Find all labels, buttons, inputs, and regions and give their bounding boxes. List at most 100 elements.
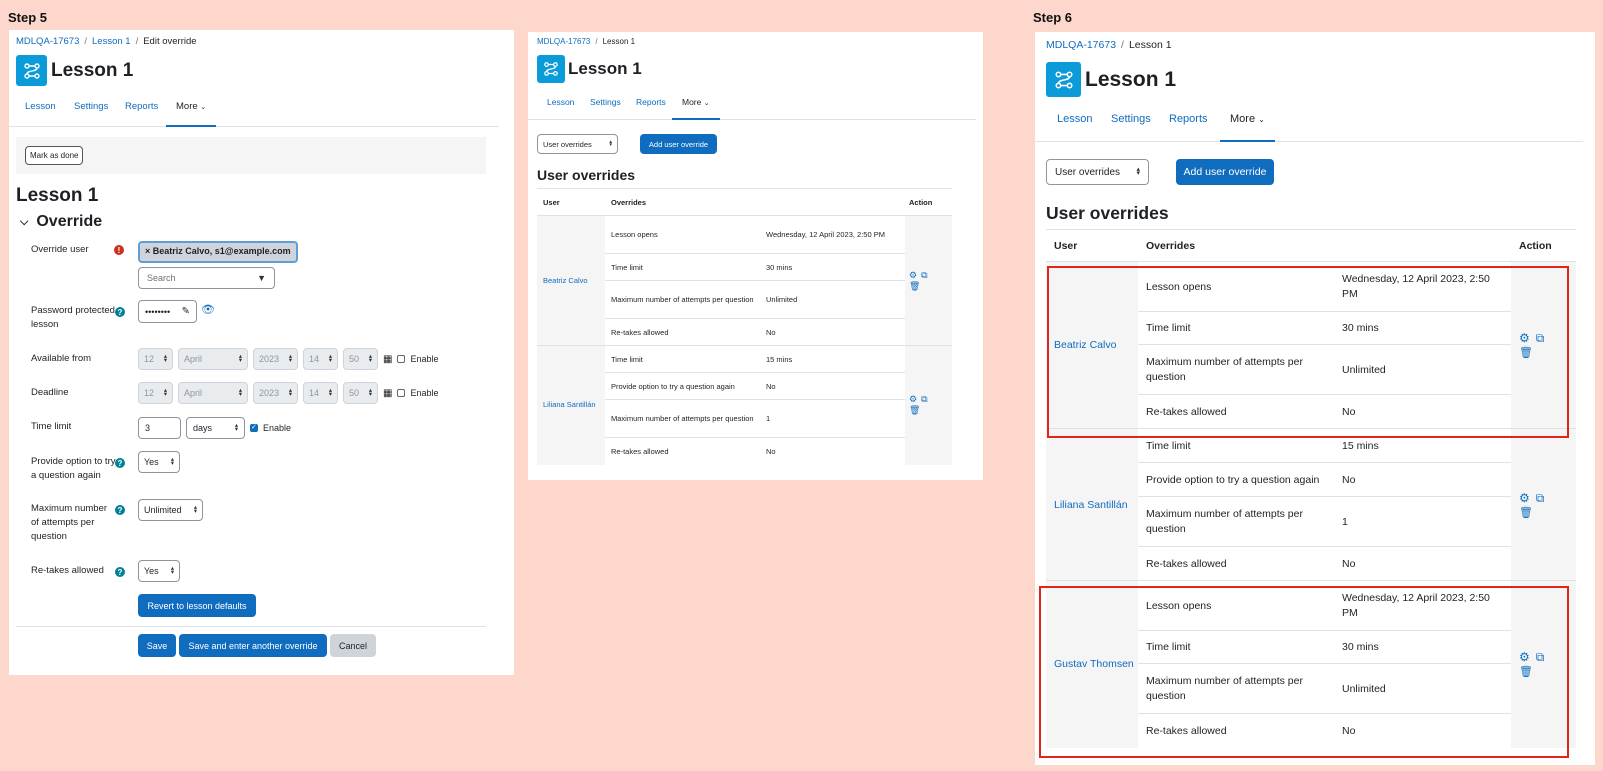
try-again-label: Provide option to try a question again: [31, 456, 116, 481]
caret-down-icon: ▼: [257, 273, 266, 283]
col-action: Action: [905, 188, 952, 216]
overrides-heading: User overrides: [1046, 203, 1169, 223]
deadline-day-select[interactable]: 12 ▴ ▾: [138, 382, 173, 404]
available-year-select[interactable]: 2023 ▴ ▾: [253, 348, 298, 370]
add-user-override-button[interactable]: Add user override: [640, 134, 717, 154]
add-user-override-button[interactable]: Add user override: [1176, 159, 1274, 185]
trash-icon[interactable]: 🗑: [909, 405, 951, 416]
secondary-nav: Lesson Settings Reports More ⌄: [9, 97, 499, 127]
breadcrumb: MDLQA-17673 / Lesson 1: [1046, 39, 1172, 51]
user-link[interactable]: Beatriz Calvo: [1054, 339, 1116, 351]
breadcrumb-course[interactable]: MDLQA-17673: [537, 37, 590, 46]
retakes-select[interactable]: Yes ▴ ▾: [138, 560, 180, 582]
tab-lesson[interactable]: Lesson: [547, 97, 574, 107]
mark-as-done-button[interactable]: Mark as done: [25, 146, 84, 165]
copy-icon[interactable]: ⧉: [1536, 491, 1545, 506]
gear-icon[interactable]: ⚙: [1519, 491, 1530, 506]
overrides-type-select[interactable]: User overrides ▴ ▾: [537, 134, 618, 154]
gear-icon[interactable]: ⚙: [909, 394, 917, 405]
trash-icon[interactable]: 🗑: [1519, 346, 1575, 359]
deadline-enable-checkbox[interactable]: [397, 389, 406, 397]
copy-icon[interactable]: ⧉: [921, 394, 927, 405]
help-icon[interactable]: ?: [115, 567, 125, 577]
available-enable-checkbox[interactable]: [397, 355, 406, 363]
tab-reports[interactable]: Reports: [1169, 113, 1208, 125]
help-icon[interactable]: ?: [115, 505, 125, 515]
copy-icon[interactable]: ⧉: [1536, 331, 1545, 346]
password-field[interactable]: •••••••• ✎: [138, 300, 197, 323]
deadline-row: 12 ▴ ▾ April ▴ ▾ 2023 ▴ ▾ 14 ▴ ▾ 50 ▴ ▾ ▦ Enable: [138, 382, 438, 404]
trash-icon[interactable]: 🗑: [1519, 665, 1575, 678]
gear-icon[interactable]: ⚙: [1519, 650, 1530, 665]
tab-settings[interactable]: Settings: [590, 97, 621, 107]
secondary-nav: Lesson Settings Reports More ⌄: [528, 94, 976, 120]
revert-defaults-button[interactable]: Revert to lesson defaults: [138, 594, 256, 617]
tab-reports[interactable]: Reports: [636, 97, 666, 107]
time-limit-unit-select[interactable]: days ▴ ▾: [186, 417, 245, 439]
tab-lesson[interactable]: Lesson: [25, 101, 56, 112]
tab-more[interactable]: More ⌄: [672, 97, 720, 120]
help-icon[interactable]: ?: [115, 458, 125, 468]
tab-settings[interactable]: Settings: [74, 101, 108, 112]
tab-settings[interactable]: Settings: [1111, 113, 1151, 125]
time-limit-input[interactable]: 3: [138, 417, 181, 439]
max-attempts-label: Maximum number of attempts per question: [31, 503, 108, 542]
save-another-button[interactable]: Save and enter another override: [179, 634, 327, 657]
try-again-select[interactable]: Yes ▴ ▾: [138, 451, 180, 473]
available-month-select[interactable]: April ▴ ▾: [178, 348, 248, 370]
deadline-year-select[interactable]: 2023 ▴ ▾: [253, 382, 298, 404]
user-link[interactable]: Gustav Thomsen: [1054, 658, 1134, 670]
lesson-activity-icon: [16, 55, 47, 86]
gear-icon[interactable]: ⚙: [1519, 331, 1530, 346]
available-hour-select[interactable]: 14 ▴ ▾: [303, 348, 338, 370]
user-link[interactable]: Liliana Santillán: [543, 400, 596, 409]
col-action: Action: [1511, 229, 1576, 262]
override-section-header[interactable]: ⌵ Override: [20, 213, 102, 231]
deadline-minute-select[interactable]: 50 ▴ ▾: [343, 382, 378, 404]
cancel-button[interactable]: Cancel: [330, 634, 376, 657]
title-row: Lesson 1: [537, 55, 642, 83]
save-button[interactable]: Save: [138, 634, 176, 657]
available-minute-select[interactable]: 50 ▴ ▾: [343, 348, 378, 370]
breadcrumb-course[interactable]: MDLQA-17673: [16, 36, 79, 47]
max-attempts-select[interactable]: Unlimited ▴ ▾: [138, 499, 203, 521]
calendar-icon[interactable]: ▦: [383, 388, 392, 399]
copy-icon[interactable]: ⧉: [1536, 650, 1545, 665]
deadline-hour-select[interactable]: 14 ▴ ▾: [303, 382, 338, 404]
form-heading: Lesson 1: [16, 185, 99, 206]
pencil-icon[interactable]: ✎: [182, 306, 190, 317]
gear-icon[interactable]: ⚙: [909, 270, 917, 281]
calendar-icon[interactable]: ▦: [383, 354, 392, 365]
eye-icon[interactable]: 👁: [201, 303, 215, 316]
breadcrumb-course[interactable]: MDLQA-17673: [1046, 39, 1116, 51]
form-divider: [16, 626, 486, 627]
user-link[interactable]: Liliana Santillán: [1054, 499, 1128, 511]
copy-icon[interactable]: ⧉: [921, 270, 927, 281]
page-title: Lesson 1: [51, 59, 134, 81]
trash-icon[interactable]: 🗑: [1519, 506, 1575, 519]
tab-more[interactable]: More ⌄: [165, 101, 217, 127]
secondary-nav: Lesson Settings Reports More ⌄: [1035, 109, 1583, 142]
chevron-down-icon: ⌵: [20, 215, 29, 228]
selected-user-chip[interactable]: × Beatriz Calvo, s1@example.com: [138, 241, 298, 263]
available-day-select[interactable]: 12 ▴ ▾: [138, 348, 173, 370]
deadline-month-select[interactable]: April ▴ ▾: [178, 382, 248, 404]
breadcrumb-lesson: Lesson 1: [602, 37, 636, 46]
tab-more[interactable]: More ⌄: [1220, 113, 1275, 142]
breadcrumb-lesson: Lesson 1: [1128, 39, 1172, 51]
overrides-table: User Overrides Action Beatriz Calvo Less…: [537, 188, 952, 465]
user-search-input[interactable]: Search ▼: [138, 267, 275, 289]
trash-icon[interactable]: 🗑: [909, 281, 951, 292]
tab-lesson[interactable]: Lesson: [1057, 113, 1092, 125]
user-override-gustav: Gustav Thomsen Lesson opens Wednesday, 1…: [1046, 580, 1576, 748]
override-user-label: Override user: [31, 244, 89, 255]
help-icon[interactable]: ?: [115, 307, 125, 317]
tab-reports[interactable]: Reports: [125, 101, 158, 112]
overrides-type-select[interactable]: User overrides ▴ ▾: [1046, 159, 1149, 185]
breadcrumb-lesson[interactable]: Lesson 1: [92, 36, 131, 47]
step-5-label: Step 5: [8, 10, 48, 25]
time-limit-enable-checkbox[interactable]: [250, 423, 258, 432]
user-link[interactable]: Beatriz Calvo: [543, 276, 588, 285]
col-overrides: Overrides: [1138, 229, 1341, 262]
lesson-activity-icon: [1046, 62, 1081, 97]
